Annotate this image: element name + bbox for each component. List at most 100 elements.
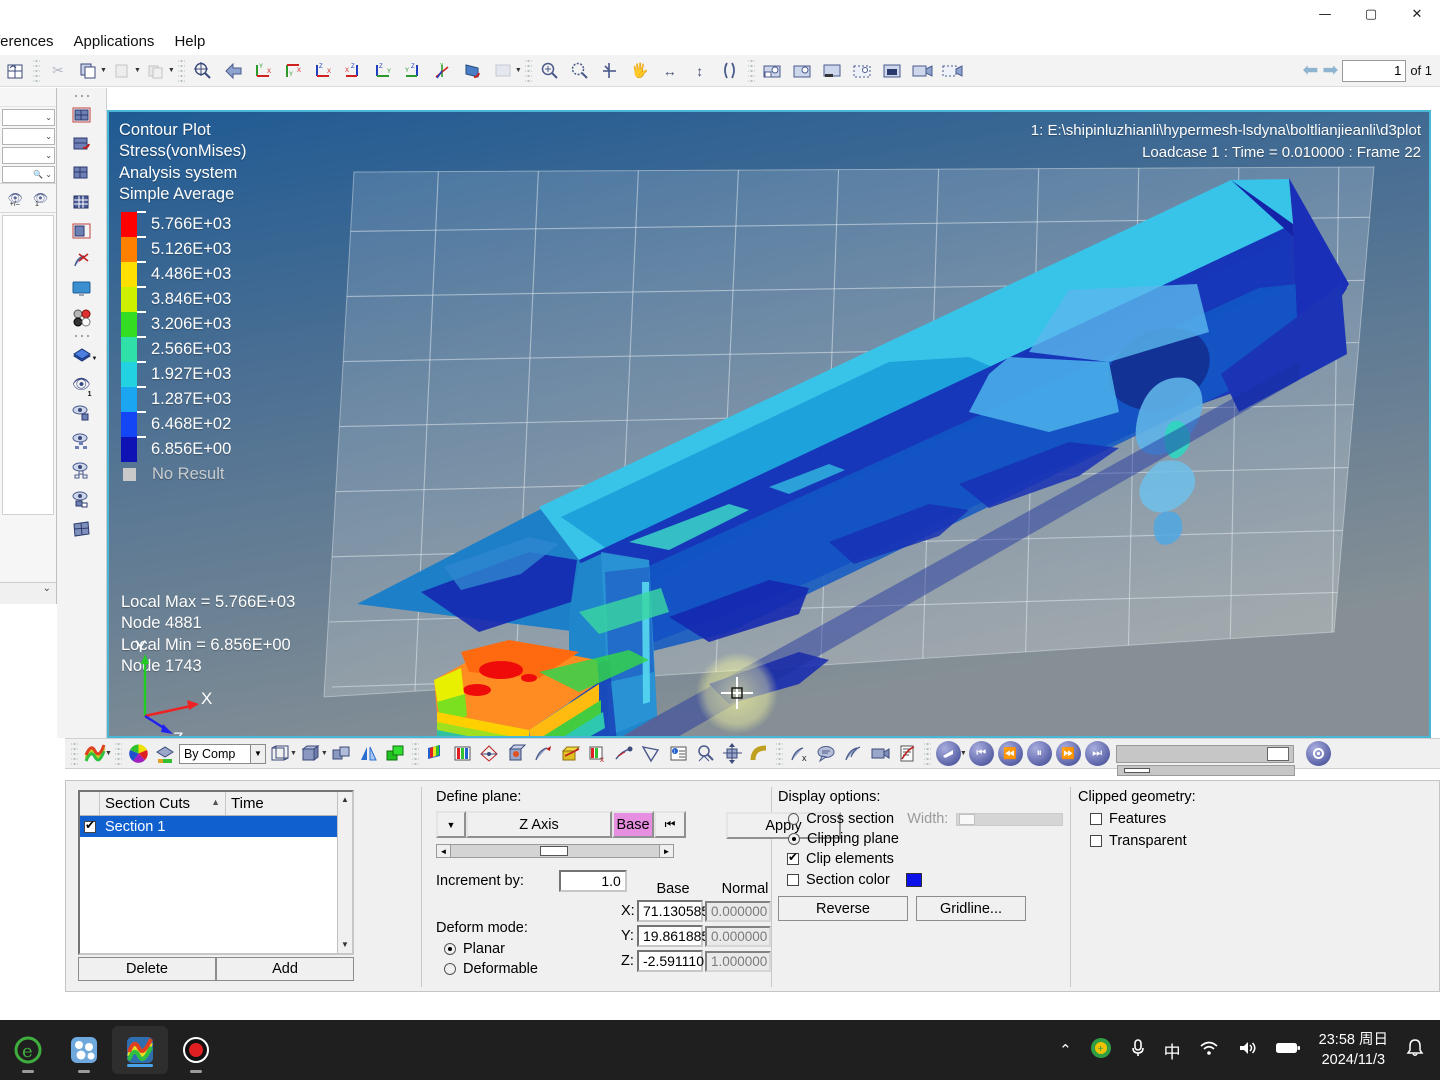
next-page-icon[interactable]: ➡ <box>1322 59 1338 82</box>
ime-indicator[interactable]: 中 <box>1164 1038 1181 1063</box>
taskbar-recorder-icon[interactable] <box>168 1020 224 1080</box>
sort-ascending-icon[interactable]: ▲ <box>211 797 220 807</box>
plane-scroll-right-icon[interactable]: ► <box>659 845 673 857</box>
view-xy-icon[interactable]: YX <box>250 58 276 84</box>
plane-base-button[interactable]: Base <box>612 811 654 838</box>
derived-result-icon[interactable]: x <box>786 740 813 767</box>
view-options-icon[interactable] <box>490 58 516 84</box>
first-frame-button[interactable]: ⏮ <box>968 741 994 766</box>
previous-page-icon[interactable]: ⬅ <box>1302 59 1318 82</box>
visibility-swap-icon[interactable] <box>67 485 97 514</box>
unmask-elements-icon[interactable] <box>67 129 97 158</box>
next-frame-button[interactable]: ⏩ <box>1055 741 1081 766</box>
page-number-input[interactable]: 1 <box>1342 59 1407 82</box>
animation-settings-icon[interactable] <box>1305 741 1331 766</box>
section-enabled-checkbox[interactable] <box>80 818 100 833</box>
previous-view-icon[interactable] <box>220 58 246 84</box>
base-z-input[interactable]: -2.591110 <box>637 950 704 972</box>
last-frame-button[interactable]: ⏭ <box>1084 741 1110 766</box>
copy-dropdown-icon[interactable]: ▼ <box>100 67 107 74</box>
section-cuts-listview[interactable]: Section Cuts ▲ Time ▲ Section 1 ▲ ▼ <box>78 790 354 955</box>
color-spheres-icon[interactable] <box>67 303 97 332</box>
video-record-icon[interactable] <box>910 58 936 84</box>
video-capture-icon[interactable] <box>880 58 906 84</box>
copy-icon[interactable] <box>75 58 101 84</box>
animation-mode-icon[interactable] <box>935 741 961 766</box>
view-iso-icon[interactable]: Y <box>430 58 456 84</box>
graphics-viewport[interactable]: Contour Plot Stress(vonMises) Analysis s… <box>107 110 1431 738</box>
transparent-row[interactable]: Transparent <box>1090 833 1328 849</box>
browser-search-input[interactable]: 🔍 ⌄ <box>2 166 55 183</box>
scroll-up-icon[interactable]: ▲ <box>338 792 352 807</box>
visibility-group-icon[interactable] <box>67 456 97 485</box>
browser-tree[interactable] <box>2 215 54 515</box>
plane-scroll-thumb[interactable] <box>540 846 568 856</box>
features-row[interactable]: Features <box>1090 811 1328 827</box>
visibility-component-icon[interactable] <box>67 398 97 427</box>
fit-screen-icon[interactable] <box>67 274 97 303</box>
taskbar-edge-icon[interactable]: e <box>0 1020 56 1080</box>
zoom-out-icon[interactable] <box>567 58 593 84</box>
browser-filter-1[interactable]: ⌄ <box>2 109 55 126</box>
session-icon[interactable] <box>2 58 28 84</box>
tracking-icon[interactable]: x <box>584 740 611 767</box>
query-icon[interactable] <box>692 740 719 767</box>
gridline-button[interactable]: Gridline... <box>916 896 1026 921</box>
column-section-cuts[interactable]: Section Cuts ▲ <box>100 792 226 815</box>
browser-filter-3[interactable]: ⌄ <box>2 147 55 164</box>
scroll-down-icon[interactable]: ▼ <box>338 937 352 952</box>
view-zx-icon[interactable]: ZX <box>310 58 336 84</box>
paste-dropdown-icon[interactable]: ▼ <box>134 67 141 74</box>
annotation-icon[interactable] <box>813 740 840 767</box>
cross-section-radio[interactable] <box>788 813 800 825</box>
section-color-swatch[interactable] <box>906 873 922 887</box>
view-xy-rev-icon[interactable]: YX <box>280 58 306 84</box>
microphone-icon[interactable] <box>1130 1038 1146 1062</box>
mask-elements-icon[interactable] <box>67 100 97 129</box>
antivirus-tray-icon[interactable]: + <box>1090 1037 1112 1063</box>
plane-axis-dropdown-icon[interactable]: ▼ <box>436 811 466 838</box>
isolate-elements-icon[interactable] <box>67 216 97 245</box>
free-body-diagram-icon[interactable] <box>638 740 665 767</box>
particle-trace-icon[interactable] <box>611 740 638 767</box>
wireframe-icon[interactable] <box>266 740 293 767</box>
animation-slider-thumb[interactable] <box>1266 746 1289 761</box>
clipping-plane-radio[interactable] <box>788 833 800 845</box>
deformable-radio[interactable] <box>444 963 456 975</box>
section-color-row[interactable]: Section color <box>787 872 1063 888</box>
view-yz-icon[interactable]: ZY <box>400 58 426 84</box>
view-xz-icon[interactable]: ZX <box>340 58 366 84</box>
iso-value-icon[interactable] <box>449 740 476 767</box>
report-icon[interactable] <box>894 740 921 767</box>
element-display-icon[interactable] <box>67 514 97 543</box>
reverse-button[interactable]: Reverse <box>778 896 908 921</box>
minimize-button[interactable]: — <box>1302 0 1348 28</box>
notifications-bell-icon[interactable] <box>1406 1038 1424 1062</box>
vector-plot-icon[interactable] <box>476 740 503 767</box>
video-region-icon[interactable] <box>940 58 966 84</box>
exploded-view-icon[interactable] <box>382 740 409 767</box>
planar-radio[interactable] <box>444 943 456 955</box>
contour-plot-icon[interactable] <box>81 740 108 767</box>
browser-expander[interactable]: ⌄ <box>0 582 56 604</box>
move-model-icon[interactable] <box>719 740 746 767</box>
add-button[interactable]: Add <box>216 957 354 981</box>
battery-icon[interactable] <box>1275 1040 1301 1060</box>
shaded-elements-icon[interactable]: ▼ <box>67 340 98 369</box>
plane-reset-icon[interactable]: ⏮ <box>654 811 686 838</box>
reflect-icon[interactable] <box>355 740 382 767</box>
camera-tool-icon[interactable] <box>867 740 894 767</box>
cut-icon[interactable]: ✂ <box>45 58 71 84</box>
maximize-button[interactable]: ▢ <box>1348 0 1394 28</box>
paste-special-dropdown-icon[interactable]: ▼ <box>168 67 175 74</box>
menu-help[interactable]: Help <box>164 31 215 52</box>
bend-tool-icon[interactable] <box>746 740 773 767</box>
clip-elements-checkbox[interactable] <box>787 850 799 865</box>
plane-axis-button[interactable]: Z Axis <box>466 811 612 838</box>
coloring-mode-select[interactable]: By Comp <box>178 743 251 764</box>
increment-input[interactable]: 1.0 <box>558 870 627 892</box>
capture-custom-icon[interactable] <box>850 58 876 84</box>
cross-section-row[interactable]: Cross section Width: <box>788 811 1064 827</box>
capture-region-icon[interactable] <box>820 58 846 84</box>
pan-horizontal-icon[interactable]: ↔ <box>657 58 683 84</box>
